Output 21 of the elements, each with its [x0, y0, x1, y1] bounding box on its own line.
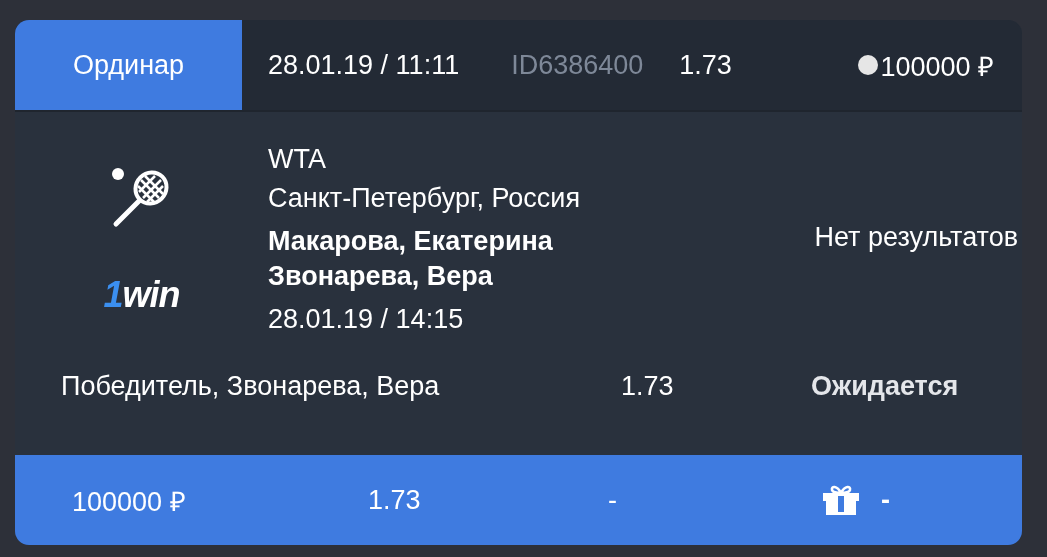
win-amount: -	[608, 484, 618, 516]
bet-id: ID6386400	[511, 49, 644, 81]
total-odds: 1.73	[368, 484, 422, 516]
outcome-odds: 1.73	[621, 371, 675, 402]
gift-icon	[823, 485, 859, 515]
total-stake: 100000 ₽	[72, 485, 187, 519]
bet-odds: 1.73	[679, 49, 732, 81]
coin-icon	[858, 55, 879, 75]
bet-outcome: Победитель, Звонарева, Вера	[61, 371, 441, 402]
event-location: Санкт-Петербург, Россия	[268, 183, 580, 214]
bet-datetime: 28.01.19 / 11:11	[268, 49, 460, 81]
stake-amount: 100000 ₽	[880, 50, 994, 84]
bonus-amount: -	[881, 484, 890, 516]
player-name: Звонарева, Вера	[268, 261, 494, 292]
match-result: Нет результатов	[814, 222, 1018, 254]
bet-type-tab[interactable]: Ординар	[15, 20, 242, 110]
bet-status: Ожидается	[811, 371, 959, 402]
brand-logo: 1win	[103, 274, 180, 316]
league-name: WTA	[268, 144, 327, 175]
event-datetime: 28.01.19 / 14:15	[268, 304, 465, 335]
player-name: Макарова, Екатерина	[268, 226, 554, 257]
